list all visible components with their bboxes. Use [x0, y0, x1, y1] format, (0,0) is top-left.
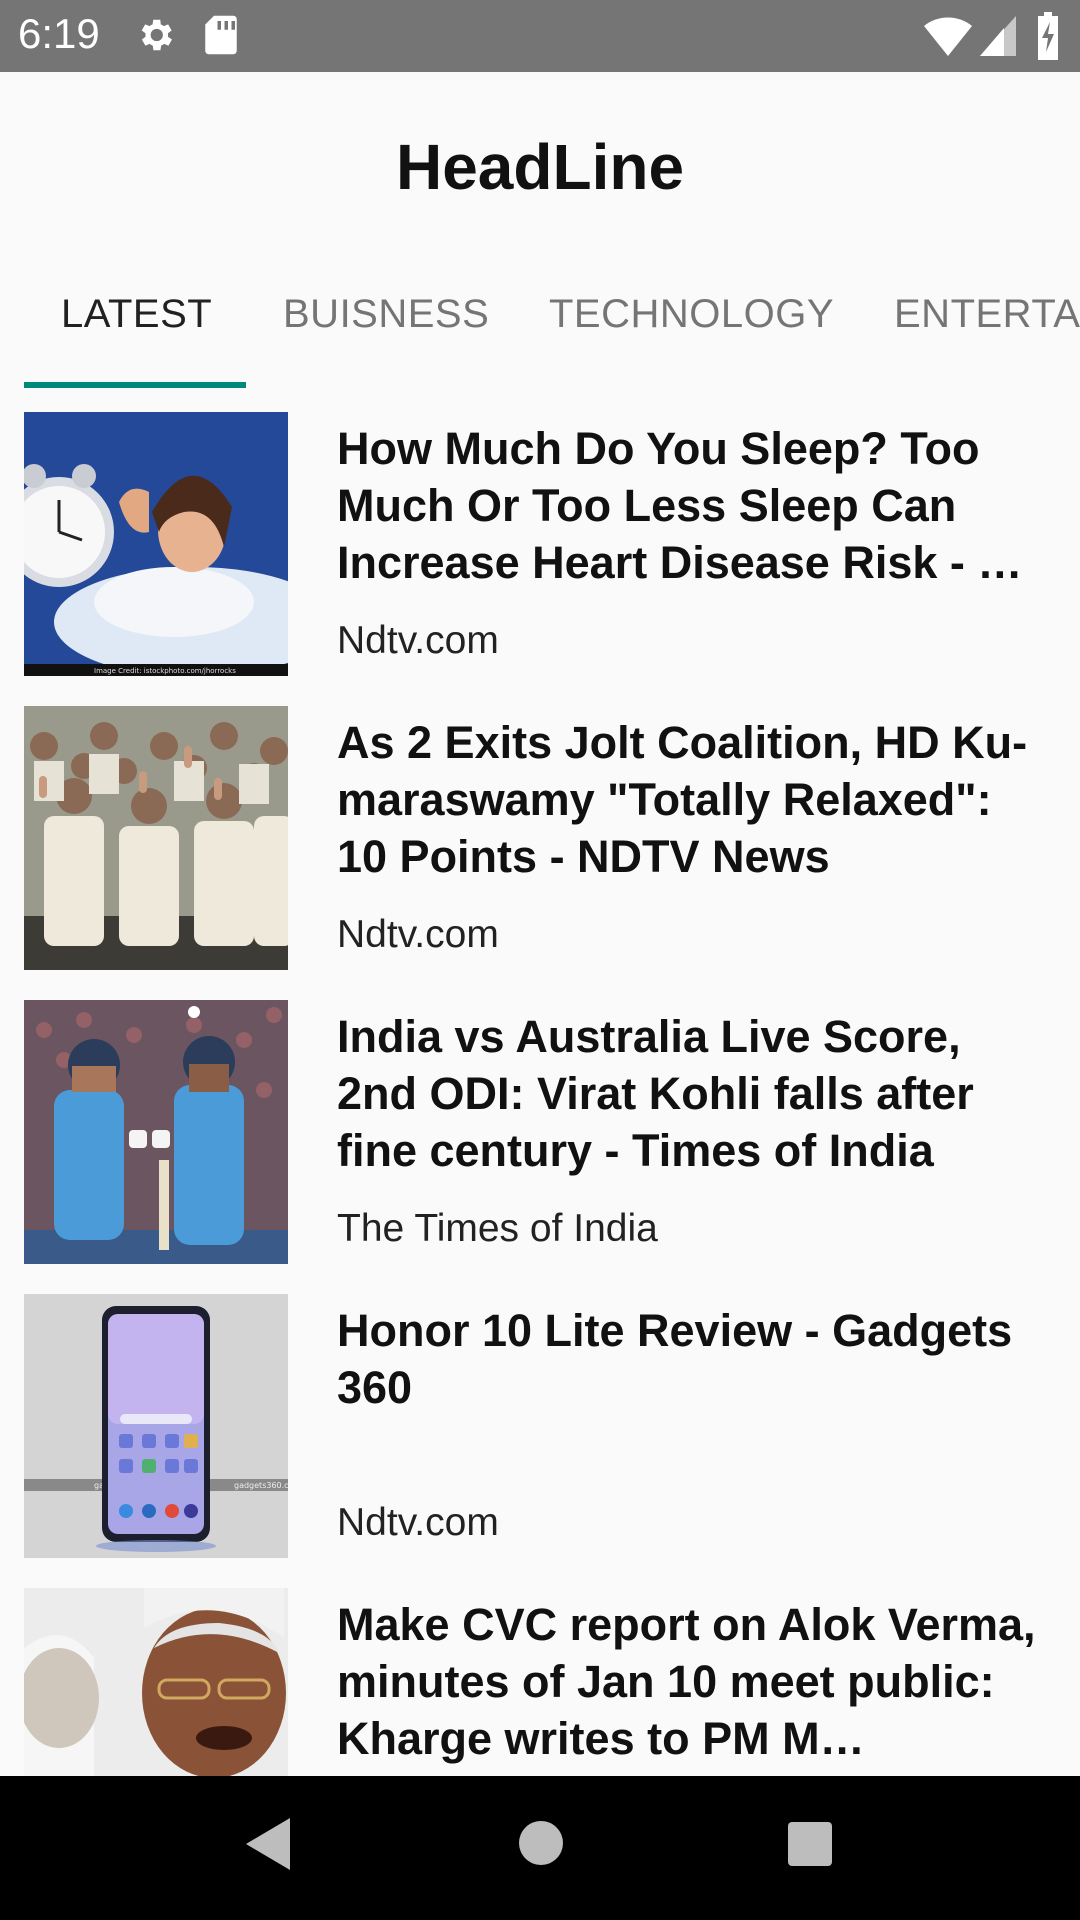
tab-technology[interactable]: TECHNOLOGY: [549, 292, 834, 337]
article-source: The Times of India: [337, 1207, 658, 1250]
article-headline[interactable]: India vs Australia Live Score, 2nd ODI: …: [337, 1008, 1037, 1179]
article-thumbnail: gadgets360.com gadgets360.com: [24, 1294, 288, 1558]
battery-icon: [1036, 12, 1060, 65]
settings-icon: [134, 14, 176, 61]
article-headline[interactable]: How Much Do You Sleep? Too Much Or Too L…: [337, 420, 1037, 591]
wifi-icon: [924, 16, 972, 61]
tab-buisness[interactable]: BUISNESS: [283, 292, 489, 337]
tab-indicator: [24, 382, 246, 388]
tab-entertainment[interactable]: ENTERTA: [894, 292, 1080, 337]
tab-latest[interactable]: LATEST: [61, 292, 212, 337]
article-item[interactable]: As 2 Exits Jolt Coalition, HD Ku-maraswa…: [0, 706, 1080, 1000]
article-item[interactable]: Make CVC report on Alok Verma, minutes o…: [0, 1588, 1080, 1776]
status-bar: 6:19: [0, 0, 1080, 72]
recents-button[interactable]: [786, 1820, 834, 1873]
article-thumbnail: [24, 1000, 288, 1264]
signal-icon: [980, 16, 1016, 61]
article-headline[interactable]: Make CVC report on Alok Verma, minutes o…: [337, 1596, 1037, 1767]
article-source: Ndtv.com: [337, 913, 499, 956]
article-item[interactable]: gadgets360.com gadgets360.com Honor 10 L…: [0, 1294, 1080, 1588]
home-button[interactable]: [518, 1820, 564, 1871]
image-credit: Image Credit: istockphoto.com/jhorrocks: [94, 667, 236, 675]
article-headline[interactable]: As 2 Exits Jolt Coalition, HD Ku-maraswa…: [337, 714, 1037, 885]
article-thumbnail: [24, 706, 288, 970]
image-watermark: gadgets360.com: [234, 1481, 288, 1490]
article-item[interactable]: Image Credit: istockphoto.com/jhorrocks …: [0, 412, 1080, 706]
back-button[interactable]: [244, 1816, 292, 1877]
article-source: Ndtv.com: [337, 1501, 499, 1544]
article-thumbnail: [24, 1588, 288, 1776]
status-time: 6:19: [18, 10, 100, 57]
article-source: Ndtv.com: [337, 619, 499, 662]
article-item[interactable]: India vs Australia Live Score, 2nd ODI: …: [0, 1000, 1080, 1294]
article-thumbnail: Image Credit: istockphoto.com/jhorrocks: [24, 412, 288, 676]
article-headline[interactable]: Honor 10 Lite Review - Gadgets 360: [337, 1302, 1037, 1416]
sd-card-icon: [202, 14, 240, 61]
article-list[interactable]: Image Credit: istockphoto.com/jhorrocks …: [0, 412, 1080, 1776]
category-tabs: LATEST BUISNESS TECHNOLOGY ENTERTA: [0, 280, 1080, 390]
navigation-bar: [0, 1776, 1080, 1920]
app-title: HeadLine: [395, 131, 685, 203]
